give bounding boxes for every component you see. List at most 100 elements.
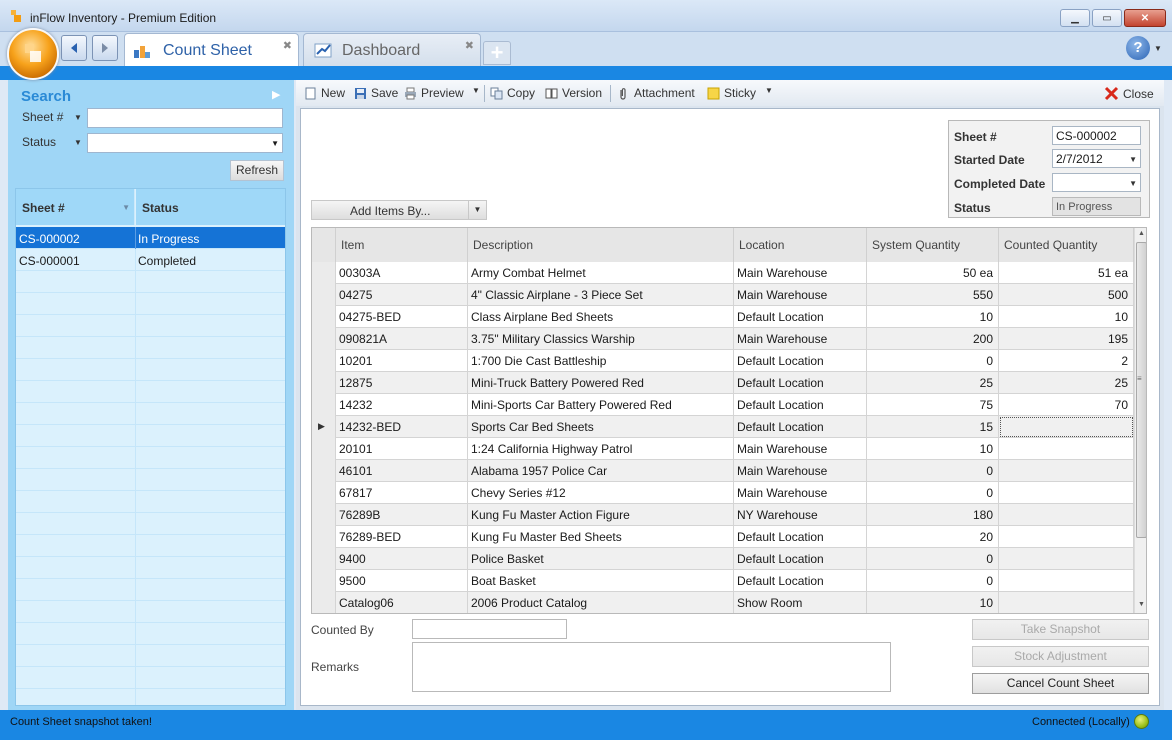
system-quantity-cell[interactable]: 0	[867, 570, 999, 592]
list-row[interactable]: CS-000002 In Progress	[16, 227, 285, 249]
system-quantity-cell[interactable]: 0	[867, 548, 999, 570]
counted-quantity-cell[interactable]: 2	[999, 350, 1134, 372]
new-tab-button[interactable]: +	[483, 41, 511, 65]
system-quantity-cell[interactable]: 550	[867, 284, 999, 306]
system-quantity-cell[interactable]: 180	[867, 504, 999, 526]
counted-quantity-cell[interactable]	[999, 460, 1134, 482]
row-header[interactable]	[312, 284, 336, 306]
tab-count-sheet[interactable]: Count Sheet ✖	[124, 33, 299, 66]
row-header[interactable]	[312, 570, 336, 592]
location-cell[interactable]: Main Warehouse	[734, 482, 867, 504]
description-cell[interactable]: Mini-Sports Car Battery Powered Red	[468, 394, 734, 416]
table-row[interactable]: 9500 Boat Basket Default Location 0	[312, 570, 1134, 592]
location-cell[interactable]: Default Location	[734, 306, 867, 328]
column-header-counted-quantity[interactable]: Counted Quantity	[999, 228, 1134, 262]
system-quantity-cell[interactable]: 200	[867, 328, 999, 350]
forward-button[interactable]	[92, 35, 118, 61]
counted-quantity-cell[interactable]: 70	[999, 394, 1134, 416]
item-cell[interactable]: 67817	[336, 482, 468, 504]
system-quantity-cell[interactable]: 10	[867, 438, 999, 460]
item-cell[interactable]: 46101	[336, 460, 468, 482]
location-cell[interactable]: Default Location	[734, 416, 867, 438]
grid-scrollbar[interactable]: ▲ ≡ ▼	[1134, 228, 1146, 613]
scroll-down-icon[interactable]: ▼	[1138, 601, 1145, 608]
table-row[interactable]: 12875 Mini-Truck Battery Powered Red Defau…	[312, 372, 1134, 394]
sheet-filter-input[interactable]	[87, 108, 283, 128]
location-cell[interactable]: Main Warehouse	[734, 284, 867, 306]
table-row[interactable]: 04275 4" Classic Airplane - 3 Piece Set Ma…	[312, 284, 1134, 306]
system-quantity-cell[interactable]: 20	[867, 526, 999, 548]
description-cell[interactable]: Sports Car Bed Sheets	[468, 416, 734, 438]
tab-dashboard[interactable]: Dashboard ✖	[303, 33, 481, 66]
add-items-by-button[interactable]: Add Items By... ▼	[311, 200, 487, 220]
list-row[interactable]: CS-000001 Completed	[16, 249, 285, 271]
description-cell[interactable]: Police Basket	[468, 548, 734, 570]
description-cell[interactable]: Kung Fu Master Action Figure	[468, 504, 734, 526]
item-cell[interactable]: 12875	[336, 372, 468, 394]
status-filter-select[interactable]: ▼	[87, 133, 283, 153]
table-row[interactable]: 20101 1:24 California Highway Patrol Main …	[312, 438, 1134, 460]
filter-operator-dropdown-icon[interactable]: ▼	[74, 113, 82, 122]
location-cell[interactable]: Main Warehouse	[734, 438, 867, 460]
table-row[interactable]: 46101 Alabama 1957 Police Car Main Warehou…	[312, 460, 1134, 482]
counted-quantity-cell[interactable]	[999, 482, 1134, 504]
app-menu-button[interactable]	[7, 28, 59, 80]
item-cell[interactable]: Catalog06	[336, 592, 468, 613]
window-close-button[interactable]: ✕	[1124, 9, 1166, 27]
table-row[interactable]: 14232 Mini-Sports Car Battery Powered Red…	[312, 394, 1134, 416]
location-cell[interactable]: Show Room	[734, 592, 867, 613]
row-header[interactable]	[312, 438, 336, 460]
counted-quantity-cell[interactable]: 10	[999, 306, 1134, 328]
location-cell[interactable]: Default Location	[734, 548, 867, 570]
system-quantity-cell[interactable]: 50 ea	[867, 262, 999, 284]
table-row[interactable]: Catalog06 2006 Product Catalog Show Room 10	[312, 592, 1134, 613]
system-quantity-cell[interactable]: 25	[867, 372, 999, 394]
location-cell[interactable]: Default Location	[734, 570, 867, 592]
row-header[interactable]	[312, 592, 336, 613]
item-cell[interactable]: 04275	[336, 284, 468, 306]
sheet-number-field[interactable]: CS-000002	[1052, 126, 1141, 145]
location-cell[interactable]: Default Location	[734, 350, 867, 372]
item-cell[interactable]: 00303A	[336, 262, 468, 284]
system-quantity-cell[interactable]: 15	[867, 416, 999, 438]
take-snapshot-button[interactable]: Take Snapshot	[972, 619, 1149, 640]
scrollbar-thumb[interactable]	[1136, 242, 1146, 538]
help-button[interactable]: ?	[1126, 36, 1150, 60]
started-date-picker[interactable]: 2/7/2012 ▼	[1052, 149, 1141, 168]
description-cell[interactable]: Army Combat Helmet	[468, 262, 734, 284]
item-cell[interactable]: 04275-BED	[336, 306, 468, 328]
attachment-button[interactable]: Attachment	[617, 86, 695, 100]
filter-operator-dropdown-icon[interactable]: ▼	[74, 138, 82, 147]
table-row[interactable]: 10201 1:700 Die Cast Battleship Default Lo…	[312, 350, 1134, 372]
new-button[interactable]: New	[304, 86, 345, 100]
description-cell[interactable]: 2006 Product Catalog	[468, 592, 734, 613]
column-header-item[interactable]: Item	[336, 228, 468, 262]
location-cell[interactable]: Main Warehouse	[734, 460, 867, 482]
location-cell[interactable]: Main Warehouse	[734, 262, 867, 284]
save-button[interactable]: Save	[354, 86, 398, 100]
system-quantity-cell[interactable]: 0	[867, 350, 999, 372]
location-cell[interactable]: Default Location	[734, 372, 867, 394]
table-row[interactable]: 76289-BED Kung Fu Master Bed Sheets Defaul…	[312, 526, 1134, 548]
item-cell[interactable]: 9500	[336, 570, 468, 592]
column-header-system-quantity[interactable]: System Quantity	[867, 228, 999, 262]
row-header[interactable]	[312, 372, 336, 394]
counted-quantity-cell[interactable]	[999, 570, 1134, 592]
row-header[interactable]	[312, 526, 336, 548]
item-cell[interactable]: 20101	[336, 438, 468, 460]
remarks-textarea[interactable]	[412, 642, 891, 692]
row-header[interactable]	[312, 548, 336, 570]
location-cell[interactable]: Default Location	[734, 526, 867, 548]
description-cell[interactable]: 3.75" Military Classics Warship	[468, 328, 734, 350]
row-header[interactable]	[312, 460, 336, 482]
item-cell[interactable]: 9400	[336, 548, 468, 570]
collapse-panel-icon[interactable]: ▶	[272, 88, 280, 101]
counted-quantity-cell[interactable]	[999, 592, 1134, 613]
row-header[interactable]	[312, 482, 336, 504]
counted-quantity-cell[interactable]	[999, 416, 1134, 438]
system-quantity-cell[interactable]: 10	[867, 592, 999, 613]
description-cell[interactable]: Chevy Series #12	[468, 482, 734, 504]
table-row[interactable]: 76289B Kung Fu Master Action Figure NY War…	[312, 504, 1134, 526]
cancel-count-sheet-button[interactable]: Cancel Count Sheet	[972, 673, 1149, 694]
column-header-sheet[interactable]: Sheet # ▼	[16, 189, 135, 225]
